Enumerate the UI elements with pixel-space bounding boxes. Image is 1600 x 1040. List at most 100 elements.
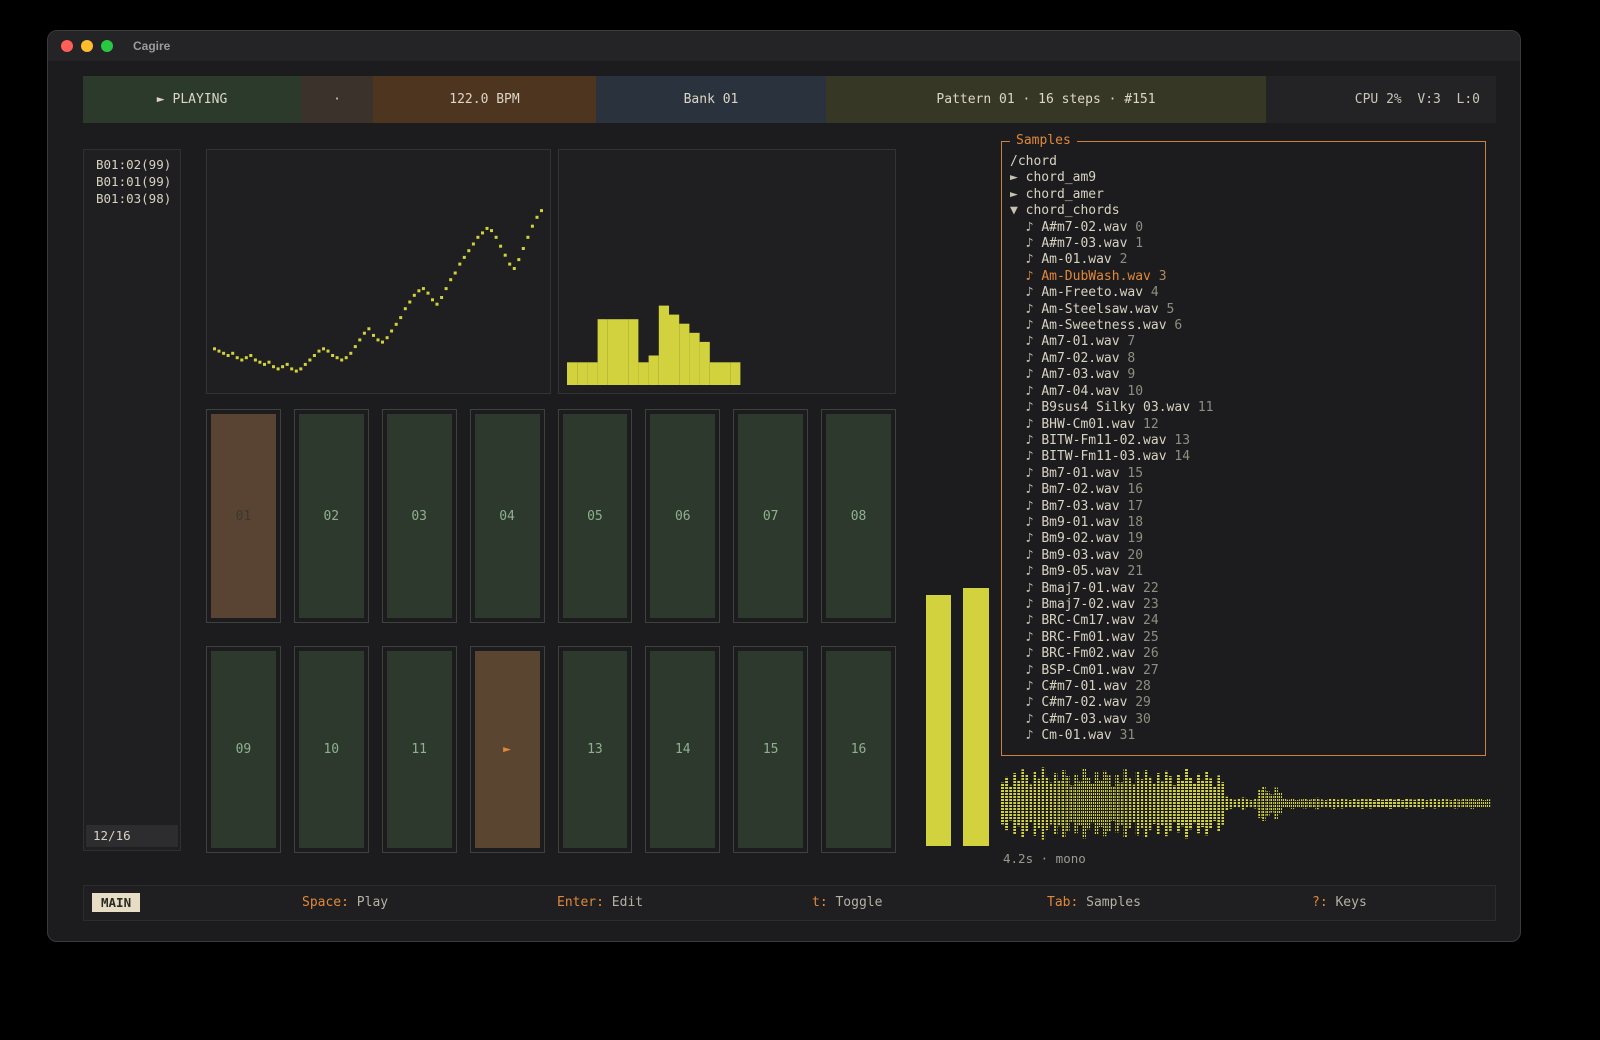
pad-06[interactable]: 06 xyxy=(645,409,720,623)
traffic-lights xyxy=(61,40,113,52)
sample-file[interactable]: ♪ Am-Steelsaw.wav 5 xyxy=(1010,302,1477,318)
sample-file[interactable]: ♪ BITW-Fm11-02.wav 13 xyxy=(1010,433,1477,449)
pad-12[interactable]: ► xyxy=(470,646,545,853)
cpu-display: CPU 2% V:3 L:0 xyxy=(1266,76,1496,123)
vu-meter-left xyxy=(926,149,951,846)
transport-status[interactable]: ► PLAYING xyxy=(83,76,301,123)
transport-status-label: PLAYING xyxy=(173,92,228,107)
sample-file-index: 19 xyxy=(1120,531,1143,546)
note-icon: ♪ xyxy=(1010,695,1041,710)
bank-display[interactable]: Bank 01 xyxy=(596,76,826,123)
pad-surface: 03 xyxy=(387,414,452,618)
sample-file-name: Am7-03.wav xyxy=(1041,367,1119,382)
note-icon: ♪ xyxy=(1010,548,1041,563)
note-icon: ♪ xyxy=(1010,564,1041,579)
bpm-display[interactable]: 122.0 BPM xyxy=(373,76,596,123)
pad-01[interactable]: 01 xyxy=(206,409,281,623)
sample-folder-chord_am9[interactable]: ► chord_am9 xyxy=(1010,170,1477,186)
sample-file[interactable]: ♪ Am7-04.wav 10 xyxy=(1010,384,1477,400)
level-histogram-plot xyxy=(559,150,895,393)
sample-file[interactable]: ♪ Bm7-01.wav 15 xyxy=(1010,466,1477,482)
pad-05[interactable]: 05 xyxy=(558,409,633,623)
folder-name: chord_am9 xyxy=(1026,170,1096,185)
sample-folder-chord_chords[interactable]: ▼ chord_chords xyxy=(1010,203,1477,219)
sample-file[interactable]: ♪ B9sus4 Silky 03.wav 11 xyxy=(1010,400,1477,416)
sample-file-index: 7 xyxy=(1120,334,1136,349)
pad-08[interactable]: 08 xyxy=(821,409,896,623)
sample-file-selected[interactable]: ♪ Am-DubWash.wav 3 xyxy=(1010,269,1477,285)
sample-list[interactable]: /chord ► chord_am9► chord_amer▼ chord_ch… xyxy=(1002,142,1485,755)
note-icon: ♪ xyxy=(1010,449,1041,464)
sample-file-index: 6 xyxy=(1167,318,1183,333)
sample-file[interactable]: ♪ Bm7-02.wav 16 xyxy=(1010,482,1477,498)
pad-10[interactable]: 10 xyxy=(294,646,369,853)
titlebar: Cagire xyxy=(48,31,1520,61)
sample-file[interactable]: ♪ Am7-01.wav 7 xyxy=(1010,334,1477,350)
sample-file-index: 14 xyxy=(1167,449,1190,464)
shortcut-keys: ?: Keys xyxy=(1312,895,1367,910)
app-window: Cagire ► PLAYING · 122.0 BPM Bank 01 Pat… xyxy=(47,30,1521,942)
sample-file[interactable]: ♪ C#m7-01.wav 28 xyxy=(1010,679,1477,695)
sample-folder-chord_amer[interactable]: ► chord_amer xyxy=(1010,187,1477,203)
pad-07[interactable]: 07 xyxy=(733,409,808,623)
pattern-display[interactable]: Pattern 01 · 16 steps · #151 xyxy=(826,76,1266,123)
sample-file[interactable]: ♪ BSP-Cm01.wav 27 xyxy=(1010,663,1477,679)
pad-number: 15 xyxy=(763,742,779,757)
sample-file[interactable]: ♪ Am-Freeto.wav 4 xyxy=(1010,285,1477,301)
sample-file-index: 0 xyxy=(1127,220,1143,235)
note-icon: ♪ xyxy=(1010,597,1041,612)
zoom-button[interactable] xyxy=(101,40,113,52)
sample-file[interactable]: ♪ BITW-Fm11-03.wav 14 xyxy=(1010,449,1477,465)
pad-13[interactable]: 13 xyxy=(558,646,633,853)
sample-file[interactable]: ♪ Bmaj7-01.wav 22 xyxy=(1010,581,1477,597)
sample-file-index: 24 xyxy=(1135,613,1158,628)
sample-file-index: 25 xyxy=(1135,630,1158,645)
pad-15[interactable]: 15 xyxy=(733,646,808,853)
sample-file[interactable]: ♪ A#m7-03.wav 1 xyxy=(1010,236,1477,252)
sample-file[interactable]: ♪ A#m7-02.wav 0 xyxy=(1010,220,1477,236)
sample-file[interactable]: ♪ Bmaj7-02.wav 23 xyxy=(1010,597,1477,613)
sample-file-name: A#m7-02.wav xyxy=(1041,220,1127,235)
sample-file[interactable]: ♪ Am-01.wav 2 xyxy=(1010,252,1477,268)
sample-file[interactable]: ♪ BRC-Fm02.wav 26 xyxy=(1010,646,1477,662)
pad-04[interactable]: 04 xyxy=(470,409,545,623)
folder-collapsed-icon: ► xyxy=(1010,170,1026,185)
vu-meter-right-fill xyxy=(963,588,989,846)
pad-14[interactable]: 14 xyxy=(645,646,720,853)
sample-file[interactable]: ♪ BHW-Cm01.wav 12 xyxy=(1010,417,1477,433)
folder-collapsed-icon: ► xyxy=(1010,187,1026,202)
pad-number: 01 xyxy=(236,509,252,524)
pad-11[interactable]: 11 xyxy=(382,646,457,853)
step-counter: 12/16 xyxy=(86,825,178,847)
sample-file[interactable]: ♪ C#m7-03.wav 30 xyxy=(1010,712,1477,728)
folder-expanded-icon: ▼ xyxy=(1010,203,1026,218)
sample-file[interactable]: ♪ Bm9-05.wav 21 xyxy=(1010,564,1477,580)
sample-file[interactable]: ♪ Am7-03.wav 9 xyxy=(1010,367,1477,383)
waveform-display xyxy=(1001,761,1491,846)
note-icon: ♪ xyxy=(1010,334,1041,349)
sample-file[interactable]: ♪ Bm9-03.wav 20 xyxy=(1010,548,1477,564)
pad-03[interactable]: 03 xyxy=(382,409,457,623)
sample-file-index: 21 xyxy=(1120,564,1143,579)
sample-file[interactable]: ♪ Am-Sweetness.wav 6 xyxy=(1010,318,1477,334)
close-button[interactable] xyxy=(61,40,73,52)
pad-number: 11 xyxy=(411,742,427,757)
sample-file[interactable]: ♪ Am7-02.wav 8 xyxy=(1010,351,1477,367)
sample-file[interactable]: ♪ Cm-01.wav 31 xyxy=(1010,728,1477,744)
pad-16[interactable]: 16 xyxy=(821,646,896,853)
pad-surface: 09 xyxy=(211,651,276,848)
sample-file[interactable]: ♪ Bm9-02.wav 19 xyxy=(1010,531,1477,547)
sample-file[interactable]: ♪ Bm9-01.wav 18 xyxy=(1010,515,1477,531)
pad-number: 16 xyxy=(851,742,867,757)
sample-file[interactable]: ♪ C#m7-02.wav 29 xyxy=(1010,695,1477,711)
pad-surface: 07 xyxy=(738,414,803,618)
sample-file[interactable]: ♪ Bm7-03.wav 17 xyxy=(1010,499,1477,515)
pad-02[interactable]: 02 xyxy=(294,409,369,623)
pad-09[interactable]: 09 xyxy=(206,646,281,853)
minimize-button[interactable] xyxy=(81,40,93,52)
note-icon: ♪ xyxy=(1010,417,1041,432)
sample-file-index: 4 xyxy=(1143,285,1159,300)
sample-file[interactable]: ♪ BRC-Fm01.wav 25 xyxy=(1010,630,1477,646)
sample-file[interactable]: ♪ BRC-Cm17.wav 24 xyxy=(1010,613,1477,629)
sample-file-name: Bm7-02.wav xyxy=(1041,482,1119,497)
